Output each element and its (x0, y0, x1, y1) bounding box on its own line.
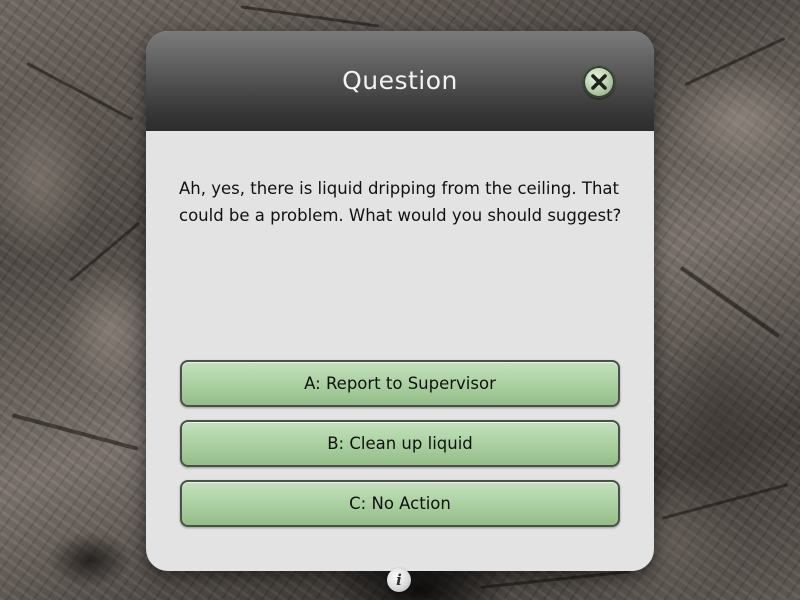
info-icon: i (396, 571, 402, 589)
rock-crack (69, 221, 141, 282)
rock-crack (679, 265, 781, 339)
rock-crack (240, 5, 380, 28)
close-button[interactable] (583, 66, 615, 98)
rock-crack (684, 36, 786, 87)
rock-crack (480, 570, 630, 589)
answer-a-button[interactable]: A: Report to Supervisor (180, 360, 620, 407)
rock-crack (661, 483, 789, 520)
question-text: Ah, yes, there is liquid dripping from t… (179, 179, 622, 225)
rock-crack (11, 413, 139, 451)
info-button[interactable]: i (387, 568, 411, 592)
dialog-title: Question (342, 66, 458, 95)
answer-c-button[interactable]: C: No Action (180, 480, 620, 527)
question-dialog: Question Ah, yes, there is liquid drippi… (146, 31, 654, 571)
rock-crack (26, 62, 134, 121)
answer-b-button[interactable]: B: Clean up liquid (180, 420, 620, 467)
close-x-icon (591, 74, 607, 90)
cave-background: Question Ah, yes, there is liquid drippi… (0, 0, 800, 600)
